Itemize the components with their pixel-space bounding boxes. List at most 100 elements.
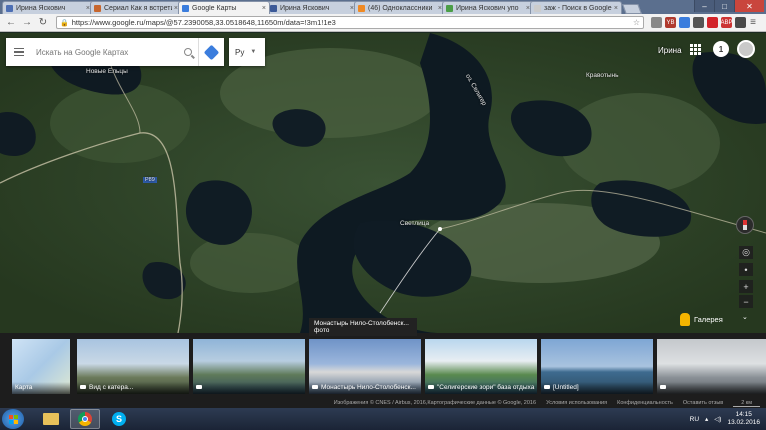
photo-thumbnail[interactable]: [657, 339, 766, 394]
satellite-map[interactable]: Новые Ельцы Светлица Кравотынь оз. Селиг…: [0, 33, 766, 333]
tray-arrow-icon[interactable]: ▴: [705, 415, 708, 423]
thumbnail-caption-text: Карта: [15, 384, 33, 391]
photo-thumbnail[interactable]: [Untitled]: [541, 339, 653, 394]
new-tab-button[interactable]: [622, 4, 642, 14]
volume-icon[interactable]: ◁): [714, 415, 721, 423]
camera-icon: [196, 385, 202, 390]
hamburger-menu-icon[interactable]: [6, 38, 32, 66]
windows-start-button[interactable]: [2, 409, 24, 429]
extension-icon[interactable]: [735, 17, 746, 28]
browser-tab[interactable]: Сериал Как я встретил ×: [90, 1, 182, 14]
map-imagery: [0, 33, 766, 333]
back-button[interactable]: ←: [4, 16, 18, 30]
my-location-icon[interactable]: ◎: [739, 246, 753, 259]
thumbnail-caption: [657, 382, 766, 394]
avatar[interactable]: [737, 40, 755, 58]
tab-label: Google Карты: [192, 4, 237, 12]
system-tray: RU ▴ ◁) 14:15 13.02.2016: [690, 408, 760, 430]
map-thumbnail[interactable]: Карта: [12, 339, 70, 394]
taskbar-chrome-icon[interactable]: [70, 409, 100, 429]
tab-close-icon[interactable]: ×: [262, 5, 266, 12]
language-select[interactable]: Ру ▼: [229, 38, 265, 66]
camera-icon: [312, 385, 318, 390]
maximize-button[interactable]: □: [714, 0, 734, 12]
extension-icon[interactable]: [651, 17, 662, 28]
tooltip-subtitle: фото: [314, 327, 330, 334]
extension-icon[interactable]: [707, 17, 718, 28]
feedback-link[interactable]: Оставить отзыв: [683, 400, 723, 406]
close-window-button[interactable]: ✕: [734, 0, 764, 12]
gallery-button[interactable]: Галерея: [694, 313, 723, 326]
thumbnail-caption-text: Монастырь Нило-Столобенск...: [321, 384, 416, 391]
map-label-novye-eltsy[interactable]: Новые Ельцы: [86, 68, 128, 75]
camera-icon: [660, 385, 666, 390]
window-controls: – □ ✕: [694, 0, 764, 12]
browser-tab[interactable]: заж - Поиск в Google ×: [530, 1, 622, 14]
tab-favicon-icon: [358, 4, 365, 12]
thumbnail-tooltip: Монастырь Нило-Столобенск... фото: [309, 318, 417, 336]
tab-label: заж - Поиск в Google: [544, 4, 612, 12]
browser-toolbar: ← → ↻ 🔒 https://www.google.ru/maps/@57.2…: [0, 14, 766, 32]
tab-favicon-icon: [270, 4, 277, 12]
search-icon[interactable]: [178, 38, 198, 66]
scale-bar[interactable]: 2 км: [733, 400, 760, 407]
tab-label: Ирина Яскович: [280, 4, 330, 12]
browser-tab[interactable]: Ирина Яскович ×: [266, 1, 358, 14]
photo-thumbnail[interactable]: [193, 339, 305, 394]
reload-button[interactable]: ↻: [36, 16, 50, 30]
zoom-out-button[interactable]: −: [739, 295, 753, 308]
imagery-attribution: Изображения © CNES / Airbus, 2016,Картог…: [333, 400, 537, 406]
tab-close-icon[interactable]: ×: [614, 5, 618, 12]
map-footer: Изображения © CNES / Airbus, 2016,Картог…: [0, 398, 766, 408]
browser-tab-strip: Ирина Яскович × Сериал Как я встретил × Goog…: [0, 0, 766, 14]
clock-date: 13.02.2016: [727, 419, 760, 426]
tab-favicon-icon: [182, 4, 189, 12]
forward-button[interactable]: →: [20, 16, 34, 30]
language-value: Ру: [235, 47, 245, 57]
tab-label: (46) Одноклассники: [368, 4, 433, 12]
windows-taskbar: S: [0, 408, 766, 430]
collapse-chevron-icon[interactable]: ⌄: [742, 313, 748, 321]
pegman-icon[interactable]: [680, 313, 690, 326]
photo-gallery-strip: Карта Вид с катера... Монастырь Нило-Столо…: [0, 333, 766, 398]
terms-link[interactable]: Условия использования: [546, 400, 607, 406]
minimize-button[interactable]: –: [694, 0, 714, 12]
clock[interactable]: 14:15 13.02.2016: [727, 411, 760, 427]
address-bar[interactable]: 🔒 https://www.google.ru/maps/@57.2390058…: [56, 16, 644, 29]
bookmark-star-icon[interactable]: ☆: [633, 18, 640, 27]
notifications-badge[interactable]: 1: [713, 41, 729, 57]
map-label-kravotyn[interactable]: Кравотынь: [586, 72, 619, 79]
extension-toolbar: YB ABP: [648, 17, 746, 28]
map-label-road-r89[interactable]: Р89: [143, 177, 157, 183]
browser-tab[interactable]: Ирина Яскович ×: [2, 1, 94, 14]
map-search-box: [6, 38, 224, 66]
extension-icon[interactable]: [679, 17, 690, 28]
account-name[interactable]: Ирина: [658, 46, 682, 55]
keyboard-language[interactable]: RU: [690, 416, 699, 423]
photo-thumbnail[interactable]: "Селигерские зори" база отдыха: [425, 339, 537, 394]
zoom-in-button[interactable]: +: [739, 280, 753, 293]
compass-icon[interactable]: [736, 216, 754, 234]
search-input[interactable]: [32, 47, 178, 57]
taskbar-skype-icon[interactable]: S: [104, 409, 134, 429]
privacy-link[interactable]: Конфиденциальность: [617, 400, 673, 406]
thumbnail-caption: Карта: [12, 382, 70, 394]
extension-icon[interactable]: YB: [665, 17, 676, 28]
tab-label: Ирина Яскович: [16, 4, 66, 12]
tab-favicon-icon: [94, 4, 101, 12]
browser-tab[interactable]: (46) Одноклассники ×: [354, 1, 446, 14]
taskbar-explorer-icon[interactable]: [36, 409, 66, 429]
thumbnail-caption: Монастырь Нило-Столобенск...: [309, 382, 421, 394]
map-label-svetlitsa[interactable]: Светлица: [400, 220, 429, 227]
extension-icon[interactable]: [693, 17, 704, 28]
apps-grid-icon[interactable]: [690, 44, 701, 55]
directions-icon[interactable]: [198, 38, 224, 66]
photo-thumbnail[interactable]: Вид с катера...: [77, 339, 189, 394]
street-view-dot-icon[interactable]: •: [739, 263, 753, 276]
browser-tab[interactable]: Google Карты ×: [178, 1, 270, 14]
photo-thumbnail[interactable]: Монастырь Нило-Столобенск...: [309, 339, 421, 394]
browser-tab[interactable]: Ирина Яскович упо ×: [442, 1, 534, 14]
extension-icon[interactable]: ABP: [721, 17, 733, 28]
tab-favicon-icon: [6, 4, 13, 12]
chrome-menu-icon[interactable]: ≡: [746, 16, 760, 30]
